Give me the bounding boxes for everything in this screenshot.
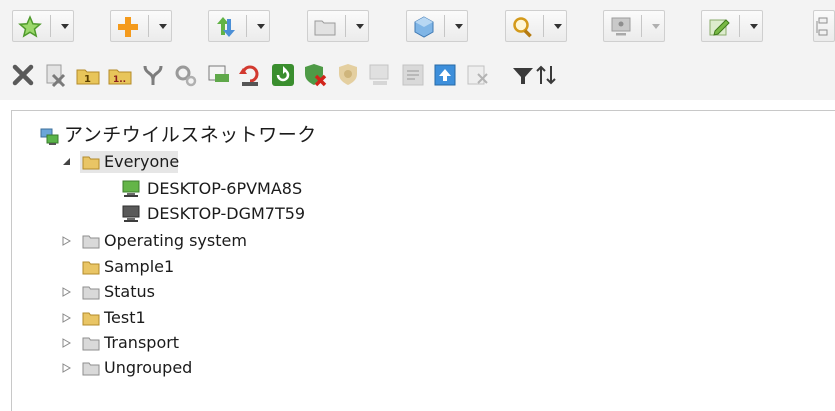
sync-disabled-icon[interactable]	[400, 62, 426, 88]
main-toolbar	[0, 0, 835, 50]
chevron-down-icon[interactable]	[649, 11, 663, 41]
network-icon	[40, 128, 59, 145]
collapsed-arrow-icon[interactable]	[62, 338, 71, 348]
folder-button-group[interactable]	[307, 10, 369, 42]
folder-icon	[82, 156, 100, 170]
collapsed-arrow-icon[interactable]	[62, 363, 71, 373]
tree-node-sample1[interactable]: Sample1	[62, 256, 322, 278]
settings-icon[interactable]	[172, 62, 198, 88]
chevron-down-icon[interactable]	[58, 11, 72, 41]
tree-node-label: Sample1	[104, 257, 175, 276]
search-disabled-icon[interactable]	[367, 62, 393, 88]
sort-icon[interactable]	[535, 62, 557, 88]
tree-node-label: DESKTOP-DGM7T59	[147, 204, 306, 223]
remove-protection-icon[interactable]	[302, 62, 328, 88]
rename-first-icon[interactable]: 1..	[107, 62, 133, 88]
delete-icon[interactable]	[10, 62, 36, 88]
upload-icon[interactable]	[432, 62, 458, 88]
tree-node-computer[interactable]: DESKTOP-DGM7T59	[122, 203, 362, 225]
tree-node-label: Operating system	[104, 231, 247, 250]
collapsed-arrow-icon[interactable]	[62, 287, 71, 297]
move-button-group[interactable]	[208, 10, 270, 42]
cube-icon	[414, 16, 434, 38]
monitor-button-group[interactable]	[603, 10, 665, 42]
monitor-disabled-icon	[611, 17, 631, 36]
add-button-group[interactable]	[110, 10, 172, 42]
tree-node-label: Everyone	[104, 152, 180, 171]
export-disabled-icon[interactable]	[465, 62, 491, 88]
shield-disabled-icon[interactable]	[335, 62, 361, 88]
refresh-icon[interactable]	[270, 62, 296, 88]
folder-icon	[82, 235, 100, 249]
hierarchy-button[interactable]	[813, 10, 835, 42]
magnifier-icon	[513, 17, 532, 38]
svg-text:1..: 1..	[113, 75, 126, 85]
tree-node-computer[interactable]: DESKTOP-6PVMA8S	[122, 178, 362, 200]
tree-node-transport[interactable]: Transport	[62, 332, 322, 354]
chevron-down-icon[interactable]	[353, 11, 367, 41]
computer-online-icon	[122, 180, 140, 197]
filter-icon[interactable]	[510, 62, 536, 88]
network-tree: アンチウイルスネットワーク Everyone DESKTOP-6PVMA8S D…	[11, 110, 835, 411]
rename-icon[interactable]: 1	[75, 62, 101, 88]
favorites-button-group[interactable]	[12, 10, 74, 42]
tree-node-label: Test1	[104, 308, 146, 327]
plus-icon	[118, 17, 138, 37]
folder-icon	[82, 337, 100, 351]
undo-icon[interactable]	[237, 62, 263, 88]
tree-root[interactable]: アンチウイルスネットワーク	[40, 125, 460, 147]
edit-button-group[interactable]	[701, 10, 763, 42]
computer-offline-icon	[122, 205, 140, 222]
tree-root-label: アンチウイルスネットワーク	[64, 125, 317, 146]
tree-node-ungrouped[interactable]: Ungrouped	[62, 357, 322, 379]
svg-text:1: 1	[84, 74, 91, 85]
folder-icon	[82, 261, 100, 275]
tree-node-label: Status	[104, 282, 155, 301]
tree-node-label: Ungrouped	[104, 358, 193, 377]
collapsed-arrow-icon[interactable]	[62, 313, 71, 323]
edit-icon	[709, 19, 730, 36]
action-toolbar: 1 1..	[0, 50, 835, 100]
expanded-arrow-icon[interactable]	[62, 157, 71, 166]
chevron-down-icon[interactable]	[156, 11, 170, 41]
folder-icon	[82, 362, 100, 376]
chevron-down-icon[interactable]	[551, 11, 565, 41]
tree-node-everyone[interactable]: Everyone	[62, 151, 232, 173]
folder-icon	[82, 312, 100, 326]
tree-node-label: Transport	[104, 333, 180, 352]
component-button-group[interactable]	[406, 10, 468, 42]
folder-icon	[314, 20, 336, 36]
star-icon	[18, 15, 42, 38]
chevron-down-icon[interactable]	[452, 11, 466, 41]
tree-node-test1[interactable]: Test1	[62, 307, 322, 329]
tree-node-operating-system[interactable]: Operating system	[62, 230, 322, 252]
hierarchy-icon	[816, 17, 828, 36]
tree-node-label: DESKTOP-6PVMA8S	[147, 179, 303, 198]
report-icon[interactable]	[205, 62, 231, 88]
search-button-group[interactable]	[505, 10, 567, 42]
chevron-down-icon[interactable]	[254, 11, 268, 41]
tree-node-status[interactable]: Status	[62, 281, 322, 303]
folder-icon	[82, 286, 100, 300]
collapsed-arrow-icon[interactable]	[62, 236, 71, 246]
chevron-down-icon[interactable]	[747, 11, 761, 41]
merge-icon[interactable]	[140, 62, 166, 88]
arrows-icon	[217, 17, 235, 37]
delete-task-icon[interactable]	[42, 62, 68, 88]
